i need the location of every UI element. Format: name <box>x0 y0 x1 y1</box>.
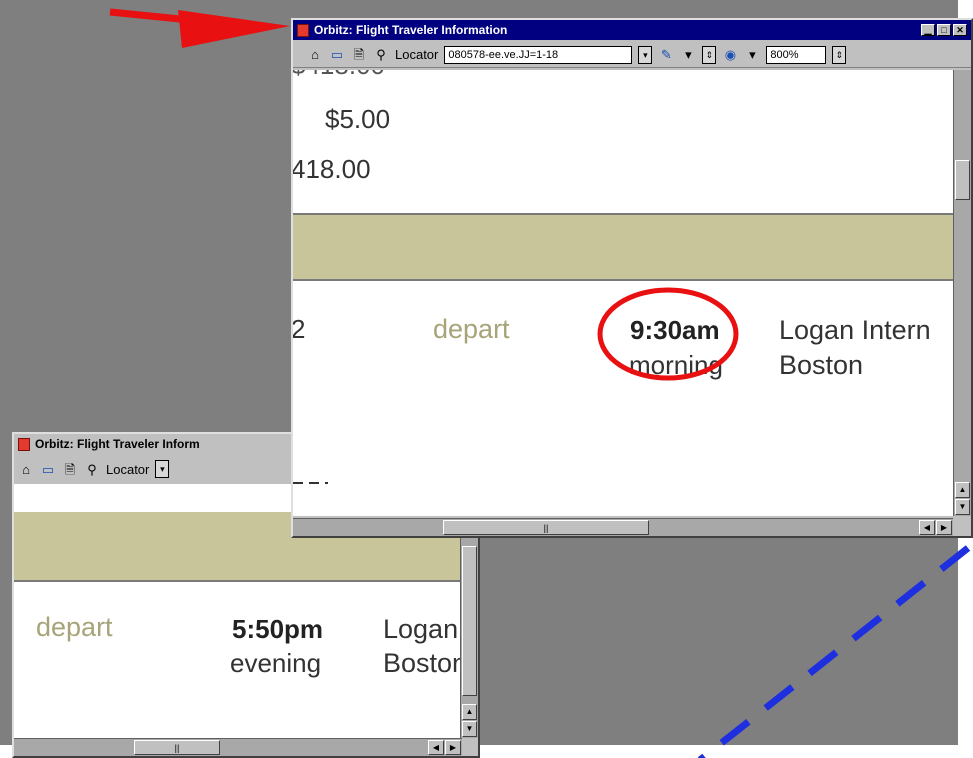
front-window-toolbar: ⌂ ▭ 🗎 ⚲ Locator 080578-ee.ve.JJ=1-18 ▾ ✎… <box>293 42 971 68</box>
desktop: Orbitz: Flight Traveler Inform ⌂ ▭ 🗎 ⚲ L… <box>0 0 973 758</box>
front-horizontal-scrollbar[interactable]: || ◀ ▶ <box>293 518 953 536</box>
row-prefix: 2 <box>293 314 305 345</box>
front-window-content: $418.00 $5.00 418.00 2 depart 9:30am mor… <box>293 70 953 516</box>
zoom-input[interactable]: 800% <box>766 45 827 64</box>
time-of-day: morning <box>629 350 723 380</box>
front-hscroll-thumb[interactable]: || <box>443 520 649 535</box>
back-vscroll-thumb[interactable] <box>462 546 477 696</box>
window-icon[interactable]: ▭ <box>329 47 345 62</box>
window-icon[interactable]: ▭ <box>40 462 56 477</box>
front-window-title: Orbitz: Flight Traveler Information <box>314 23 508 37</box>
page-stepper[interactable]: ⇕ <box>702 45 717 64</box>
back-scroll-right-button[interactable]: ▶ <box>445 740 461 755</box>
back-window-title: Orbitz: Flight Traveler Inform <box>35 437 200 451</box>
depart-label: depart <box>36 612 113 642</box>
close-icon[interactable]: ✕ <box>953 24 967 36</box>
locator-input[interactable]: 080578-ee.ve.JJ=1-18 <box>444 45 633 64</box>
home-icon[interactable]: ⌂ <box>18 462 34 477</box>
front-scroll-right-button[interactable]: ▶ <box>936 520 952 535</box>
bookmark-icon[interactable]: ✎ <box>658 47 674 62</box>
globe-icon[interactable]: ◉ <box>722 47 738 62</box>
front-locator-label: Locator <box>395 47 439 62</box>
depart-time: 5:50pm <box>232 614 324 644</box>
total-price: 418.00 <box>293 154 371 184</box>
back-scroll-up-button[interactable]: ▲ <box>462 704 477 720</box>
band-divider <box>293 279 953 281</box>
back-locator-label: Locator <box>106 461 150 477</box>
zoom-dropdown-arrow-icon[interactable]: ▾ <box>744 47 760 62</box>
back-scroll-left-button[interactable]: ◀ <box>428 740 444 755</box>
header-band <box>293 215 953 279</box>
front-vertical-scrollbar[interactable]: ▲ ▼ <box>953 70 971 516</box>
depart-time: 9:30am <box>630 315 720 345</box>
page-icon[interactable]: 🗎 <box>62 462 78 477</box>
partial-price-line: $418.00 <box>293 70 385 81</box>
locator-dropdown-arrow-icon[interactable]: ▾ <box>638 45 653 64</box>
airport-name: Logan <box>383 614 459 644</box>
city-name: Boston <box>383 648 460 678</box>
orbitz-app-icon <box>297 23 309 37</box>
orbitz-app-icon <box>18 437 30 451</box>
search-icon[interactable]: ⚲ <box>84 462 100 477</box>
maximize-icon[interactable]: □ <box>937 24 951 36</box>
back-hscroll-thumb[interactable]: || <box>134 740 220 755</box>
back-horizontal-scrollbar[interactable]: || ◀ ▶ <box>14 738 462 756</box>
dropdown-arrow-icon[interactable]: ▾ <box>155 460 170 478</box>
home-icon[interactable]: ⌂ <box>307 47 323 62</box>
dropdown-arrow-icon[interactable]: ▾ <box>680 47 696 62</box>
band-divider <box>14 580 460 582</box>
time-of-day: evening <box>230 648 322 678</box>
airport-name: Logan Intern <box>779 315 931 345</box>
city-name: Boston <box>779 350 864 380</box>
front-vscroll-thumb[interactable] <box>955 160 970 200</box>
zoom-stepper[interactable]: ⇕ <box>832 45 847 64</box>
front-scroll-down-button[interactable]: ▼ <box>955 499 970 515</box>
depart-label: depart <box>433 314 510 344</box>
page-icon[interactable]: 🗎 <box>351 47 367 62</box>
search-icon[interactable]: ⚲ <box>373 47 389 62</box>
fee-price: $5.00 <box>325 104 391 134</box>
front-scroll-left-button[interactable]: ◀ <box>919 520 935 535</box>
front-window-titlebar[interactable]: Orbitz: Flight Traveler Information ▁ □ … <box>293 20 971 40</box>
front-browser-window[interactable]: Orbitz: Flight Traveler Information ▁ □ … <box>291 18 973 538</box>
back-scroll-down-button[interactable]: ▼ <box>462 721 477 737</box>
minimize-icon[interactable]: ▁ <box>921 24 935 36</box>
front-scroll-up-button[interactable]: ▲ <box>955 482 970 498</box>
